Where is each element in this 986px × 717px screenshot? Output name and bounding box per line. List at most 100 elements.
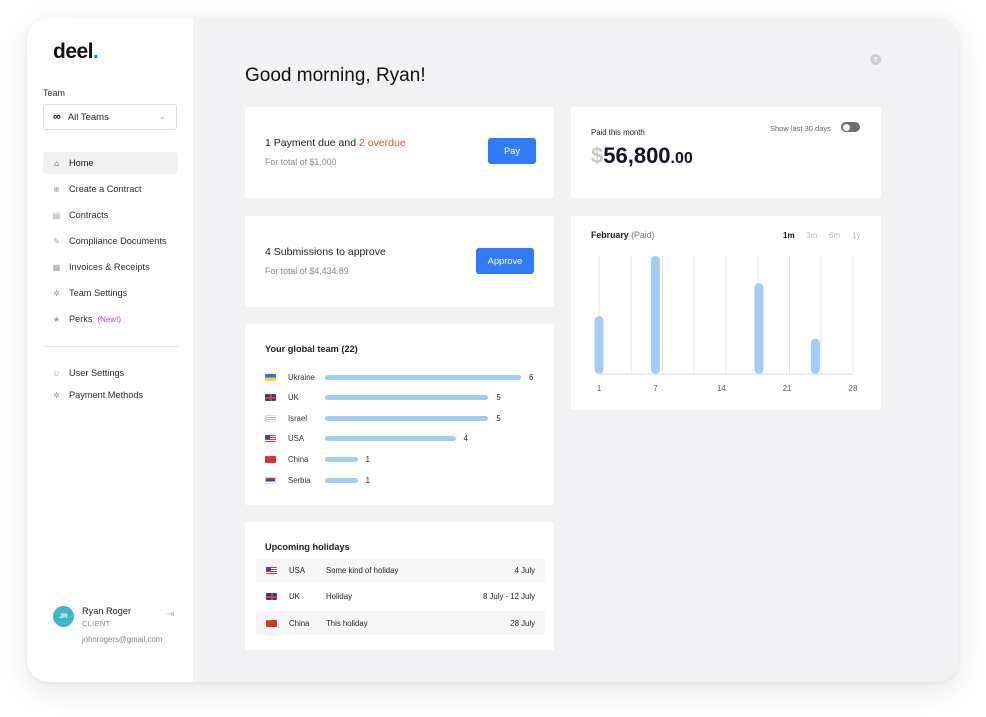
chart-bar[interactable] <box>594 316 604 374</box>
avatar[interactable]: JR <box>53 606 74 627</box>
holiday-date: 8 July - 12 July <box>482 592 535 601</box>
team-count-bar <box>325 456 358 462</box>
x-tick-label: 7 <box>653 384 658 393</box>
holiday-country: China <box>289 618 310 628</box>
team-count-value: 5 <box>496 393 501 403</box>
team-country-row: China 1 <box>265 453 545 465</box>
submissions-text: 4 Submissions to approve <box>265 246 386 258</box>
gear-icon: ✲ <box>53 390 60 400</box>
holiday-date: 28 July <box>510 618 535 628</box>
flag-us-icon <box>266 566 277 574</box>
gear-icon: ✲ <box>53 288 60 298</box>
holiday-country: USA <box>289 565 306 575</box>
sidebar-item-label: Perks <box>69 314 93 324</box>
receipt-icon: ▦ <box>52 262 61 272</box>
team-country-row: Ukraine 6 <box>265 371 545 383</box>
team-count-value: 4 <box>463 434 468 444</box>
sidebar-item-contracts[interactable]: ▤ Contracts <box>43 204 178 226</box>
approve-button[interactable]: Approve <box>476 248 534 274</box>
help-icon[interactable]: ? <box>870 54 881 65</box>
sidebar-item-home[interactable]: ⌂ Home <box>43 152 178 174</box>
sidebar-secondary-nav: ☺ User Settings ✲ Payment Methods <box>43 362 178 406</box>
holiday-name: Holiday <box>326 592 353 601</box>
star-icon: ★ <box>52 314 61 324</box>
team-select[interactable]: ∞ All Teams ⌄ <box>43 104 177 130</box>
team-count-bar <box>325 436 456 442</box>
global-team-title: Your global team (22) <box>265 344 358 354</box>
sidebar-item-invoices-receipts[interactable]: ▦ Invoices & Receipts <box>43 256 178 278</box>
holiday-name: This holiday <box>326 618 368 628</box>
sidebar-item-perks[interactable]: ★ Perks (New!) <box>43 308 178 330</box>
country-name: Israel <box>288 413 308 423</box>
team-country-row: Serbia 1 <box>265 474 545 486</box>
pay-button[interactable]: Pay <box>488 138 536 164</box>
team-country-row: UK 5 <box>265 392 545 404</box>
sidebar-divider <box>43 346 178 347</box>
sidebar-item-label: Contracts <box>69 210 109 220</box>
document-icon: ▤ <box>52 210 61 220</box>
team-count-bar <box>325 477 358 483</box>
sidebar-item-label: Invoices & Receipts <box>69 262 150 272</box>
user-role: CLIENT <box>82 619 111 628</box>
chart-bar[interactable] <box>650 256 660 374</box>
sidebar-item-label: Payment Methods <box>69 390 144 400</box>
payment-total: For total of $1,000 <box>265 157 337 167</box>
sidebar-item-team-settings[interactable]: ✲ Team Settings <box>43 282 178 304</box>
flag-uk-icon <box>266 593 277 600</box>
paid-this-month-card: Paid this month $56,800.00 Show last 30 … <box>571 107 881 198</box>
chart-bar[interactable] <box>754 283 764 374</box>
paid-amount: $56,800.00 <box>591 143 693 168</box>
user-email: johnrogers@gmail.com <box>82 635 163 644</box>
team-label: Team <box>43 88 66 98</box>
team-country-row: USA 4 <box>265 433 545 445</box>
sidebar-item-label: Create a Contract <box>69 184 142 194</box>
chevron-down-icon: ⌄ <box>158 111 166 121</box>
sidebar-item-label: Team Settings <box>69 288 128 298</box>
team-count-bar <box>325 374 521 380</box>
deel-logo[interactable]: deel. <box>53 40 99 64</box>
country-name: Serbia <box>288 475 311 485</box>
show-last-30-days-toggle[interactable] <box>841 122 860 132</box>
sidebar-item-create-contract[interactable]: ⊕ Create a Contract <box>43 178 178 200</box>
team-count-value: 1 <box>365 454 370 464</box>
holidays-card: Upcoming holidays USA Some kind of holida… <box>245 522 554 650</box>
flag-cn-icon <box>266 619 277 627</box>
team-count-bar <box>325 395 489 401</box>
home-icon: ⌂ <box>54 158 59 168</box>
country-name: China <box>288 454 309 464</box>
user-name: Ryan Roger <box>82 606 132 616</box>
sidebar-nav: ⌂ Home ⊕ Create a Contract ▤ Contracts ✎… <box>43 152 178 334</box>
holiday-row: UK Holiday 8 July - 12 July <box>256 585 545 609</box>
x-tick-label: 1 <box>597 384 602 393</box>
payments-chart-card: February (Paid) 1m 3m 6m 1y 1 7 14 21 28 <box>571 216 881 410</box>
payment-due-text: 1 Payment due and 2 overdue <box>265 137 406 149</box>
submissions-card: 4 Submissions to approve For total of $4… <box>245 216 554 307</box>
app-window: deel. Team ∞ All Teams ⌄ ⌂ Home ⊕ Create… <box>27 18 959 682</box>
x-tick-label: 21 <box>783 384 792 393</box>
x-tick-label: 28 <box>849 384 858 393</box>
sidebar: deel. Team ∞ All Teams ⌄ ⌂ Home ⊕ Create… <box>27 18 193 682</box>
flag-il-icon <box>265 414 276 422</box>
infinity-icon: ∞ <box>53 111 61 123</box>
flag-rs-icon <box>265 476 276 484</box>
plus-circle-icon: ⊕ <box>53 184 60 194</box>
sidebar-item-label: Home <box>69 158 94 168</box>
show-last-30-days-label: Show last 30 days <box>770 124 831 133</box>
flag-us-icon <box>265 435 276 443</box>
flag-cn-icon <box>265 455 276 463</box>
global-team-card: Your global team (22) Ukraine 6 UK 5 Israel 5… <box>245 324 554 505</box>
team-count-value: 5 <box>496 413 501 423</box>
country-name: USA <box>288 434 305 444</box>
holiday-country: UK <box>289 592 300 601</box>
team-count-value: 1 <box>365 475 370 485</box>
sidebar-item-label: Compliance Documents <box>69 236 167 246</box>
holiday-row: USA Some kind of holiday 4 July <box>256 558 545 582</box>
sidebar-item-user-settings[interactable]: ☺ User Settings <box>43 362 178 384</box>
sidebar-item-compliance-documents[interactable]: ✎ Compliance Documents <box>43 230 178 252</box>
chart-bar[interactable] <box>810 338 820 374</box>
user-icon: ☺ <box>52 368 61 378</box>
logout-icon[interactable]: ⇥ <box>166 609 174 620</box>
sidebar-item-payment-methods[interactable]: ✲ Payment Methods <box>43 384 178 406</box>
pen-icon: ✎ <box>53 236 60 246</box>
team-count-bar <box>325 415 489 421</box>
